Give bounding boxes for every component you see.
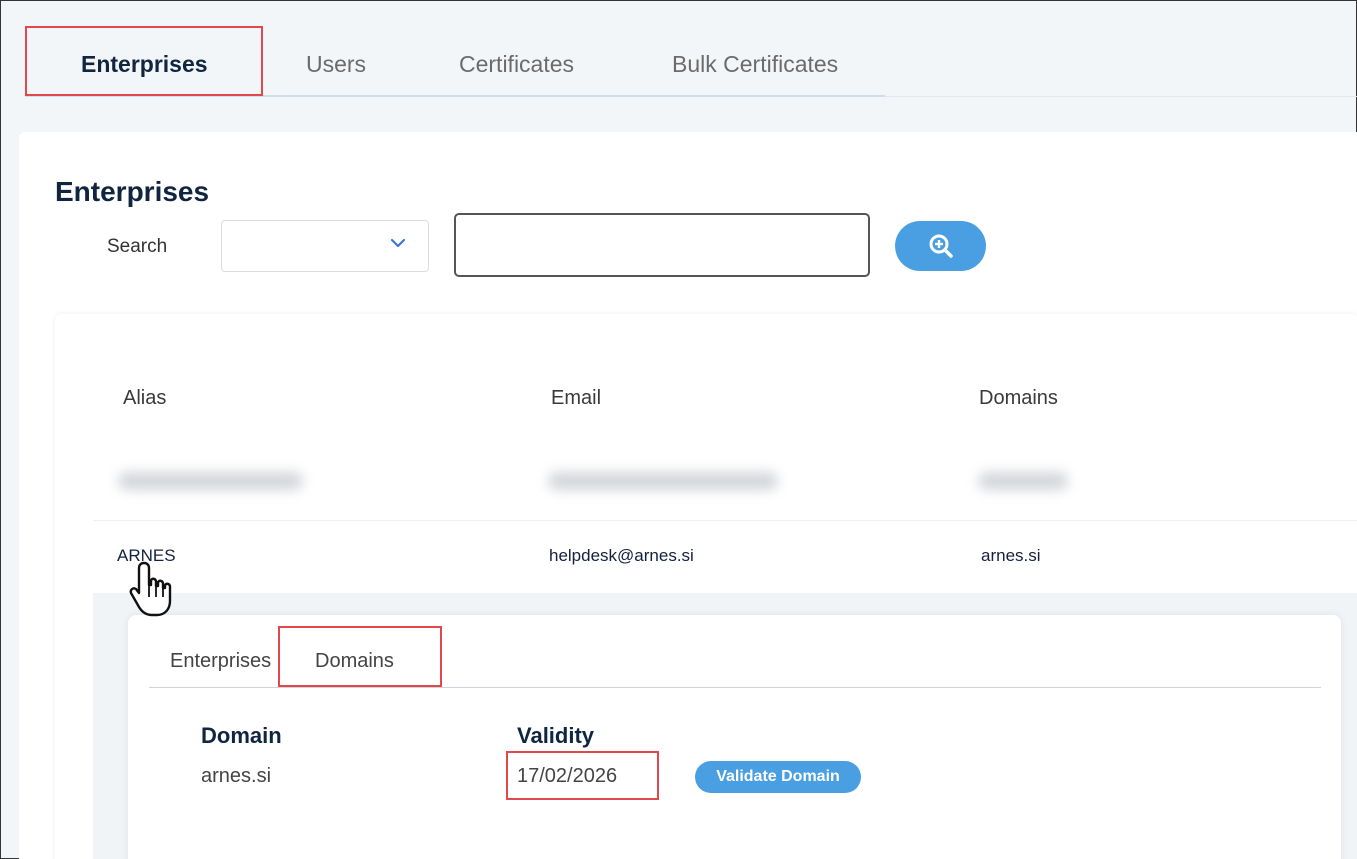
redacted-email bbox=[548, 472, 778, 490]
table-row-redacted[interactable] bbox=[93, 441, 1357, 521]
highlight-box-validity bbox=[506, 751, 659, 800]
search-label: Search bbox=[107, 236, 168, 257]
chevron-down-icon bbox=[390, 238, 406, 248]
hand-pointer-icon bbox=[129, 561, 172, 617]
redacted-alias bbox=[118, 472, 303, 490]
row-domains: arnes.si bbox=[981, 546, 1041, 565]
column-header-email: Email bbox=[551, 387, 602, 409]
row-email: helpdesk@arnes.si bbox=[549, 546, 694, 565]
validity-header: Validity bbox=[517, 723, 595, 748]
subtab-enterprises[interactable]: Enterprises bbox=[170, 650, 271, 673]
search-input[interactable] bbox=[454, 213, 870, 277]
search-button[interactable] bbox=[895, 221, 986, 271]
tab-bulk-certificates[interactable]: Bulk Certificates bbox=[672, 51, 838, 78]
redacted-domain bbox=[978, 472, 1068, 490]
subtabs-divider bbox=[149, 687, 1321, 688]
tabs-divider-extension bbox=[885, 96, 1357, 97]
validate-domain-button[interactable]: Validate Domain bbox=[695, 761, 861, 793]
column-header-domains: Domains bbox=[979, 387, 1058, 409]
domain-value: arnes.si bbox=[201, 765, 272, 787]
page-title: Enterprises bbox=[55, 176, 210, 207]
highlight-box-domains-tab bbox=[278, 626, 442, 687]
highlight-box-enterprises-tab bbox=[25, 26, 263, 96]
column-header-alias: Alias bbox=[123, 387, 167, 409]
tab-users[interactable]: Users bbox=[306, 51, 366, 78]
tab-certificates[interactable]: Certificates bbox=[459, 51, 574, 78]
top-tab-bar: Enterprises Users Certificates Bulk Cert… bbox=[1, 1, 1357, 101]
domain-header: Domain bbox=[201, 723, 282, 748]
zoom-in-icon bbox=[929, 234, 953, 258]
table-row[interactable] bbox=[93, 521, 1357, 593]
search-field-select[interactable] bbox=[221, 220, 429, 272]
